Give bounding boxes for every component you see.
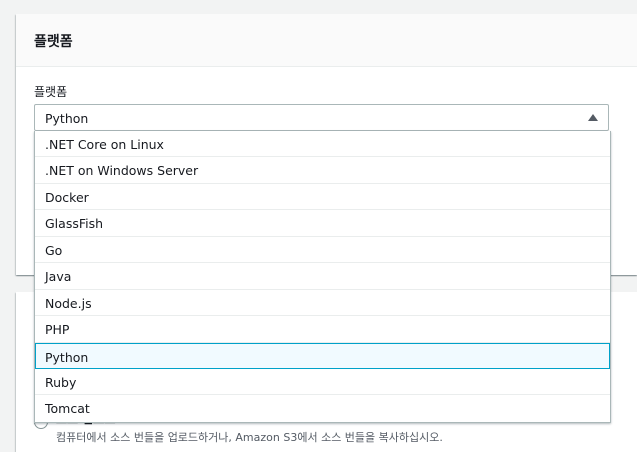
panel-title: 플랫폼 [16, 14, 637, 67]
platform-option-dotnet-windows[interactable]: .NET on Windows Server [35, 157, 610, 184]
platform-option-php[interactable]: PHP [35, 316, 610, 343]
platform-option-python[interactable]: Python [35, 342, 610, 369]
platform-option-glassfish[interactable]: GlassFish [35, 210, 610, 237]
platform-select[interactable]: Python [34, 104, 609, 131]
platform-option-ruby[interactable]: Ruby [35, 369, 610, 396]
platform-option-go[interactable]: Go [35, 237, 610, 264]
platform-option-tomcat[interactable]: Tomcat [35, 395, 610, 421]
platform-dropdown-list: .NET Core on Linux .NET on Windows Serve… [34, 131, 611, 423]
platform-select-value: Python [45, 111, 89, 126]
caret-up-icon [588, 114, 598, 121]
platform-option-dotnet-core-linux[interactable]: .NET Core on Linux [35, 131, 610, 158]
upload-code-helper: 컴퓨터에서 소스 번들을 업로드하거나, Amazon S3에서 소스 번들을 … [56, 431, 443, 444]
platform-option-docker[interactable]: Docker [35, 184, 610, 211]
platform-option-nodejs[interactable]: Node.js [35, 290, 610, 317]
platform-field-label: 플랫폼 [34, 85, 68, 99]
platform-option-java[interactable]: Java [35, 263, 610, 290]
